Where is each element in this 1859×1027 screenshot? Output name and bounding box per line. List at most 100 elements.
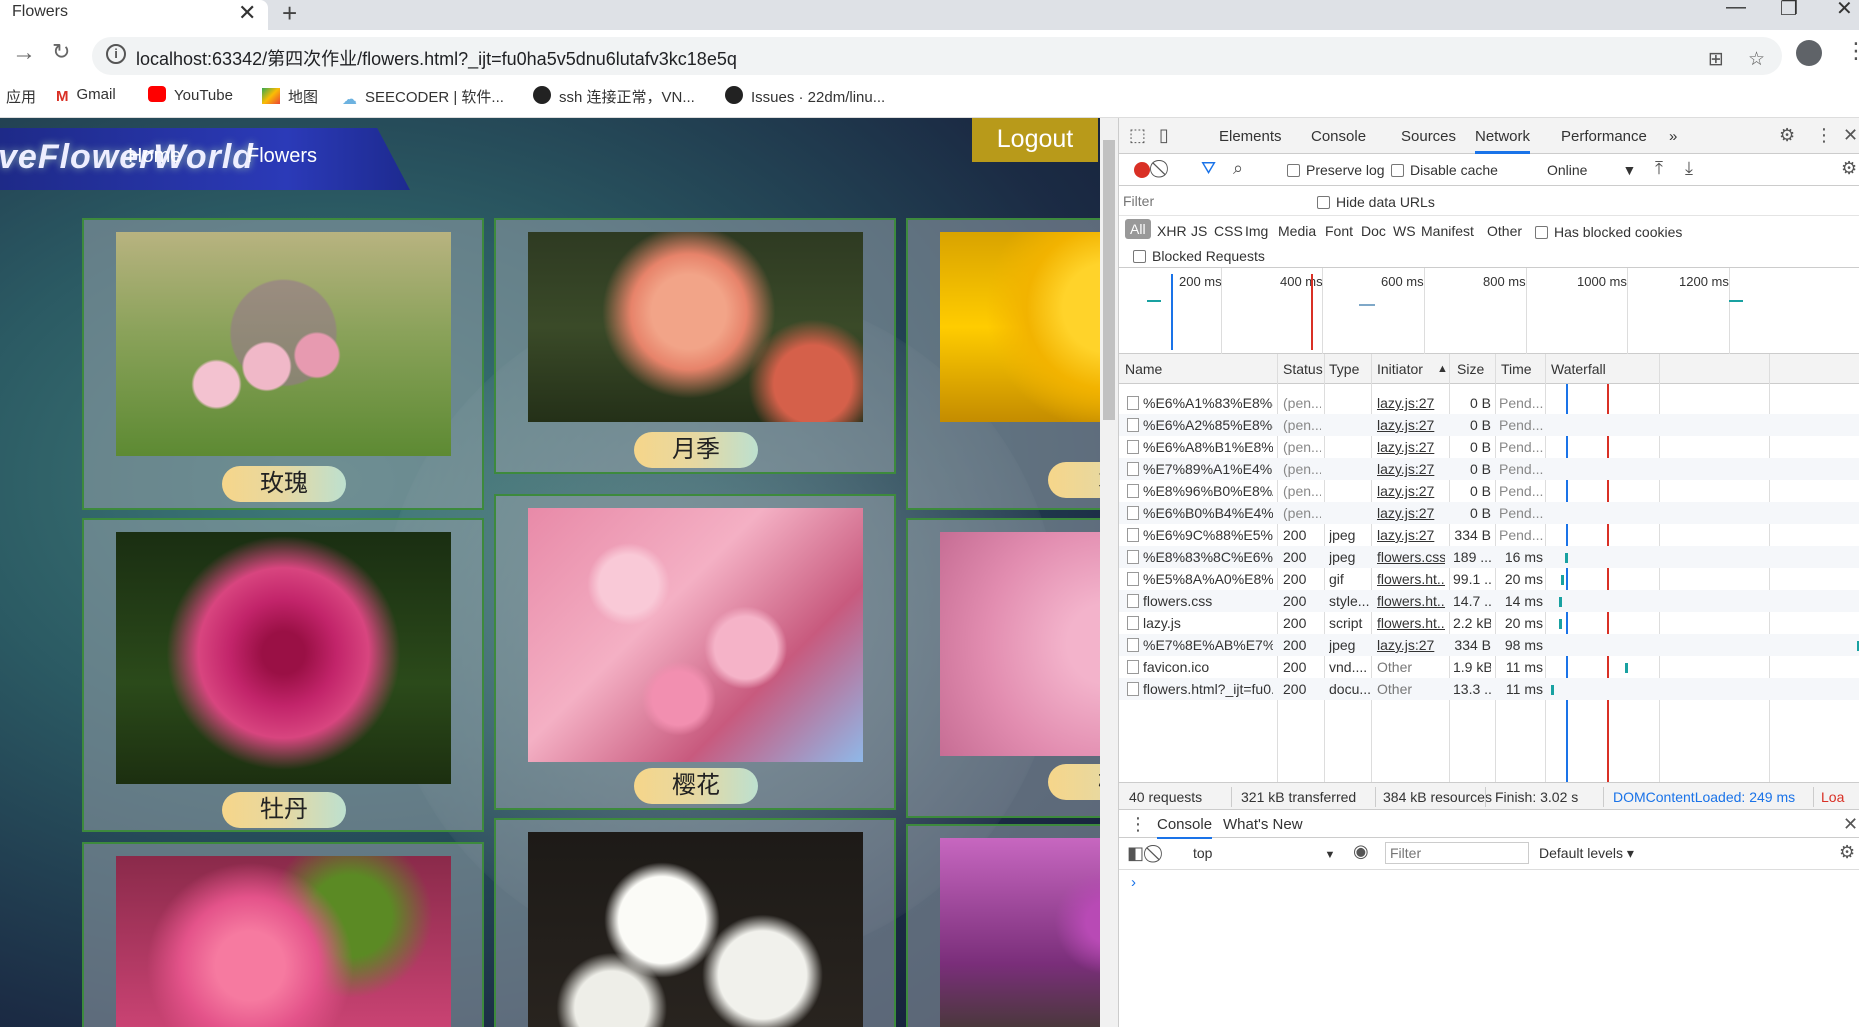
tab-performance[interactable]: Performance (1561, 128, 1647, 145)
filter-all[interactable]: All (1125, 219, 1151, 239)
col-waterfall[interactable]: Waterfall (1551, 361, 1606, 377)
close-drawer-icon[interactable]: ✕ (1843, 814, 1858, 835)
cell-initiator[interactable]: flowers.css (1377, 549, 1445, 565)
reload-icon[interactable]: ↻ (52, 39, 70, 65)
filter-font[interactable]: Font (1325, 223, 1353, 239)
browser-menu-icon[interactable]: ⋮ (1845, 38, 1859, 64)
log-levels-select[interactable]: Default levels ▾ (1539, 845, 1634, 862)
filter-other[interactable]: Other (1487, 223, 1522, 239)
bookmark-gmail[interactable]: M Gmail (56, 86, 116, 105)
nav-flowers-link[interactable]: Flowers (247, 145, 317, 168)
filter-img[interactable]: Img (1245, 223, 1268, 239)
cell-initiator[interactable]: flowers.ht... (1377, 615, 1445, 631)
filter-doc[interactable]: Doc (1361, 223, 1386, 239)
console-filter-input[interactable] (1385, 842, 1529, 864)
col-size[interactable]: Size (1457, 361, 1484, 377)
console-prompt[interactable]: › (1131, 874, 1136, 891)
minimize-button[interactable]: — (1726, 0, 1746, 19)
devtools-menu-icon[interactable]: ⋮ (1815, 125, 1833, 146)
translate-icon[interactable]: ⊞ (1708, 48, 1724, 71)
throttling-select[interactable]: Online ▼ (1547, 162, 1636, 178)
site-info-icon[interactable]: i (106, 44, 126, 64)
flower-card[interactable] (906, 824, 1100, 1027)
new-tab-button[interactable]: + (282, 0, 297, 29)
hide-data-urls-checkbox[interactable]: Hide data URLs (1317, 194, 1435, 210)
live-expression-eye-icon[interactable]: ◉ (1353, 841, 1369, 862)
table-row[interactable]: %E7%89%A1%E4%B... (pen... lazy.js:27 0 B Pen… (1119, 458, 1859, 480)
cell-initiator[interactable]: lazy.js:27 (1377, 395, 1445, 411)
network-filter-input[interactable] (1123, 190, 1295, 212)
filter-xhr[interactable]: XHR (1157, 223, 1187, 239)
maximize-button[interactable]: ❐ (1780, 0, 1798, 21)
col-name[interactable]: Name (1125, 361, 1162, 377)
filter-manifest[interactable]: Manifest (1421, 223, 1474, 239)
settings-gear-icon[interactable]: ⚙ (1779, 125, 1795, 146)
flower-card[interactable]: 梅 (906, 518, 1100, 818)
blocked-requests-checkbox[interactable]: Blocked Requests (1133, 248, 1265, 264)
table-row[interactable]: flowers.css 200 style... flowers.ht... 14.7 … (1119, 590, 1859, 612)
import-har-icon[interactable]: ⤒ (1655, 158, 1663, 179)
inspect-element-icon[interactable]: ⬚ (1129, 125, 1146, 146)
close-window-button[interactable]: ✕ (1836, 0, 1853, 21)
table-row[interactable]: %E6%9C%88%E5%A... 200 jpeg lazy.js:27 334 B P… (1119, 524, 1859, 546)
filter-css[interactable]: CSS (1214, 223, 1243, 239)
bookmark-issues[interactable]: Issues · 22dm/linu... (725, 86, 885, 106)
cell-initiator[interactable]: flowers.ht... (1377, 593, 1445, 609)
table-row[interactable]: %E5%8A%A0%E8%B... 200 gif flowers.ht... 99.1… (1119, 568, 1859, 590)
filter-media[interactable]: Media (1278, 223, 1316, 239)
profile-avatar-icon[interactable] (1796, 40, 1822, 66)
nav-home-link[interactable]: Home (128, 145, 181, 168)
cell-initiator[interactable]: lazy.js:27 (1377, 417, 1445, 433)
sidebar-toggle-icon[interactable]: ◧ (1127, 843, 1144, 864)
preserve-log-checkbox[interactable]: Preserve log (1287, 162, 1385, 178)
table-row[interactable]: %E7%8E%AB%E7%91... 200 jpeg lazy.js:27 334 B… (1119, 634, 1859, 656)
table-row[interactable]: flowers.html?_ijt=fu0... 200 docu... Other 1… (1119, 678, 1859, 700)
network-overview-timeline[interactable]: 200 ms 400 ms 600 ms 800 ms 1000 ms 1200… (1119, 268, 1859, 354)
cell-initiator[interactable]: lazy.js:27 (1377, 439, 1445, 455)
drawer-tab-console[interactable]: Console (1157, 816, 1213, 839)
tab-console[interactable]: Console (1311, 128, 1366, 145)
more-tabs-icon[interactable]: » (1669, 128, 1677, 145)
logout-button[interactable]: Logout (972, 118, 1098, 162)
cell-initiator[interactable]: flowers.ht... (1377, 571, 1445, 587)
device-toolbar-icon[interactable]: ▯ (1159, 125, 1169, 146)
col-time[interactable]: Time (1501, 361, 1532, 377)
tab-sources[interactable]: Sources (1401, 128, 1456, 145)
network-settings-icon[interactable]: ⚙ (1841, 158, 1857, 179)
flower-card[interactable] (494, 818, 896, 1027)
filter-js[interactable]: JS (1191, 223, 1207, 239)
table-row[interactable]: lazy.js 200 script flowers.ht... 2.2 kB 20 ms (1119, 612, 1859, 634)
col-initiator[interactable]: Initiator (1377, 361, 1423, 377)
table-row[interactable]: %E6%B0%B4%E4%B... (pen... lazy.js:27 0 B Pen… (1119, 502, 1859, 524)
table-row[interactable]: %E6%A1%83%E8%8... (pen... lazy.js:27 0 B Pen… (1119, 392, 1859, 414)
close-devtools-icon[interactable]: ✕ (1843, 125, 1858, 146)
bookmark-apps[interactable]: 应用 (6, 86, 36, 107)
record-icon[interactable] (1134, 162, 1150, 178)
disable-cache-checkbox[interactable]: Disable cache (1391, 162, 1498, 178)
tab-close-icon[interactable]: ✕ (238, 0, 256, 26)
bookmark-maps[interactable]: 地图 (262, 86, 318, 107)
filter-icon[interactable]: ⛛ (1201, 158, 1216, 179)
flower-card[interactable]: 水 (906, 218, 1100, 510)
flower-card[interactable]: 牡丹 (82, 518, 484, 832)
has-blocked-cookies-checkbox[interactable]: Has blocked cookies (1535, 224, 1682, 240)
address-bar[interactable]: i localhost:63342/第四次作业/flowers.html?_ij… (92, 37, 1782, 75)
flower-card[interactable]: 樱花 (494, 494, 896, 810)
table-row[interactable]: %E8%83%8C%E6%99... 200 jpeg flowers.css 189 … (1119, 546, 1859, 568)
cell-initiator[interactable]: lazy.js:27 (1377, 527, 1445, 543)
bookmark-youtube[interactable]: YouTube (148, 86, 233, 104)
search-icon[interactable]: ⌕ (1233, 158, 1243, 179)
table-row[interactable]: favicon.ico 200 vnd.... Other 1.9 kB 11 ms (1119, 656, 1859, 678)
tab-elements[interactable]: Elements (1219, 128, 1282, 145)
export-har-icon[interactable]: ⤓ (1685, 158, 1693, 179)
flower-card[interactable] (82, 842, 484, 1027)
bookmark-ssh[interactable]: ssh 连接正常，VN... (533, 86, 695, 107)
bookmark-star-icon[interactable]: ☆ (1748, 48, 1765, 71)
context-select[interactable]: top ▼ (1193, 845, 1335, 861)
table-row[interactable]: %E6%A8%B1%E8%8... (pen... lazy.js:27 0 B Pen… (1119, 436, 1859, 458)
console-settings-icon[interactable]: ⚙ (1839, 842, 1855, 863)
table-row[interactable]: %E8%96%B0%E8%A... (pen... lazy.js:27 0 B Pen… (1119, 480, 1859, 502)
page-scrollbar-thumb[interactable] (1103, 140, 1115, 420)
forward-icon[interactable]: → (12, 39, 36, 67)
cell-initiator[interactable]: lazy.js:27 (1377, 505, 1445, 521)
